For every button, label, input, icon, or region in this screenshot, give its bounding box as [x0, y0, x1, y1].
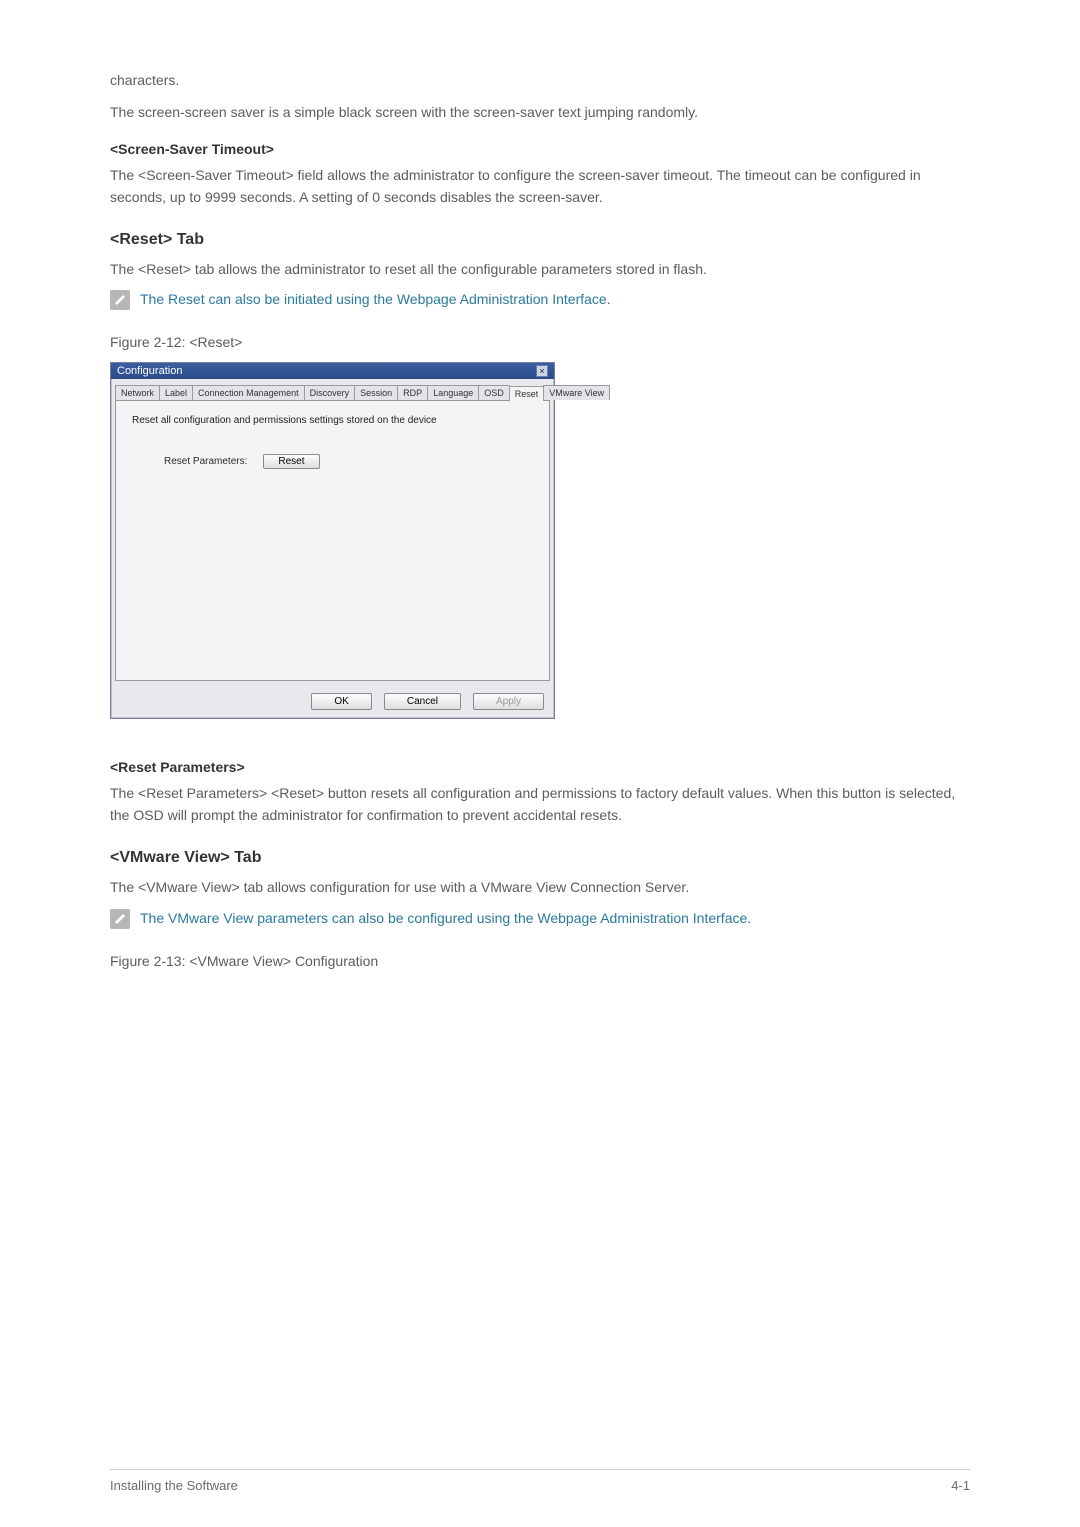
reset-parameters-row: Reset Parameters: Reset: [164, 454, 533, 469]
saver-description: The screen-screen saver is a simple blac…: [110, 102, 970, 124]
reset-note: The Reset can also be initiated using th…: [110, 290, 970, 310]
ok-button[interactable]: OK: [311, 693, 371, 710]
page-footer: Installing the Software 4-1: [110, 1469, 970, 1493]
screen-saver-timeout-body: The <Screen-Saver Timeout> field allows …: [110, 165, 970, 208]
note-icon: [110, 290, 130, 310]
reset-parameters-body: The <Reset Parameters> <Reset> button re…: [110, 783, 970, 826]
vmware-view-heading: <VMware View> Tab: [110, 849, 970, 867]
tab-reset[interactable]: Reset: [509, 386, 545, 401]
panel-description: Reset all configuration and permissions …: [132, 415, 533, 426]
cancel-button[interactable]: Cancel: [384, 693, 461, 710]
note-icon: [110, 909, 130, 929]
configuration-dialog: Configuration × Network Label Connection…: [110, 362, 555, 719]
dialog-tabs: Network Label Connection Management Disc…: [115, 385, 550, 401]
tab-vmware-view[interactable]: VMware View: [543, 385, 610, 400]
vmware-note: The VMware View parameters can also be c…: [110, 909, 970, 929]
tab-discovery[interactable]: Discovery: [304, 385, 356, 400]
close-icon[interactable]: ×: [536, 365, 548, 377]
vmware-note-text: The VMware View parameters can also be c…: [140, 909, 751, 929]
screen-saver-timeout-heading: <Screen-Saver Timeout>: [110, 141, 970, 157]
reset-tab-body: The <Reset> tab allows the administrator…: [110, 259, 970, 281]
tab-session[interactable]: Session: [354, 385, 398, 400]
dialog-titlebar: Configuration ×: [111, 363, 554, 379]
tab-rdp[interactable]: RDP: [397, 385, 428, 400]
reset-parameters-label: Reset Parameters:: [164, 456, 247, 467]
reset-button[interactable]: Reset: [263, 454, 319, 469]
apply-button[interactable]: Apply: [473, 693, 544, 710]
figure-2-12-caption: Figure 2-12: <Reset>: [110, 334, 970, 350]
reset-panel: Reset all configuration and permissions …: [115, 401, 550, 681]
vmware-view-body: The <VMware View> tab allows configurati…: [110, 877, 970, 899]
tab-osd[interactable]: OSD: [478, 385, 510, 400]
reset-tab-heading: <Reset> Tab: [110, 231, 970, 249]
intro-fragment: characters.: [110, 70, 970, 92]
dialog-title-text: Configuration: [117, 365, 182, 377]
tab-language[interactable]: Language: [427, 385, 479, 400]
figure-2-13-caption: Figure 2-13: <VMware View> Configuration: [110, 953, 970, 969]
footer-right: 4-1: [951, 1478, 970, 1493]
reset-parameters-heading: <Reset Parameters>: [110, 759, 970, 775]
reset-note-text: The Reset can also be initiated using th…: [140, 290, 611, 310]
tab-label[interactable]: Label: [159, 385, 193, 400]
tab-connection-management[interactable]: Connection Management: [192, 385, 305, 400]
tab-network[interactable]: Network: [115, 385, 160, 400]
page: characters. The screen-screen saver is a…: [0, 0, 1080, 1527]
dialog-button-row: OK Cancel Apply: [111, 687, 554, 718]
footer-left: Installing the Software: [110, 1478, 238, 1493]
